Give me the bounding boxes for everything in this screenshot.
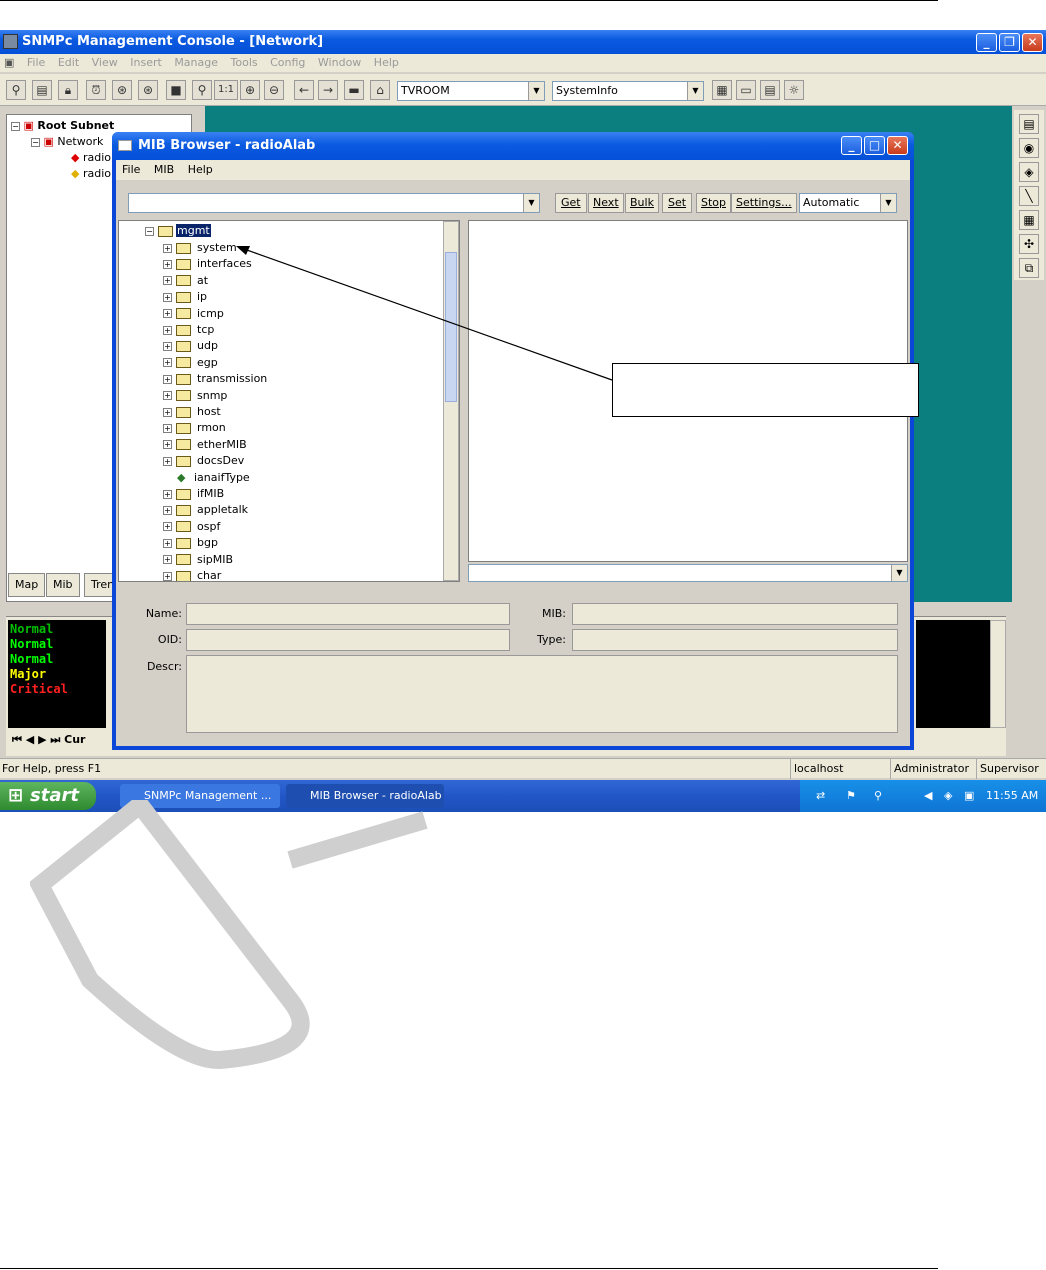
footer-rule — [0, 1268, 938, 1269]
watermark-i-shape — [287, 811, 428, 869]
watermark-d-shape — [30, 800, 310, 1069]
watermark — [30, 800, 428, 1069]
annotation-arrow — [236, 246, 613, 381]
